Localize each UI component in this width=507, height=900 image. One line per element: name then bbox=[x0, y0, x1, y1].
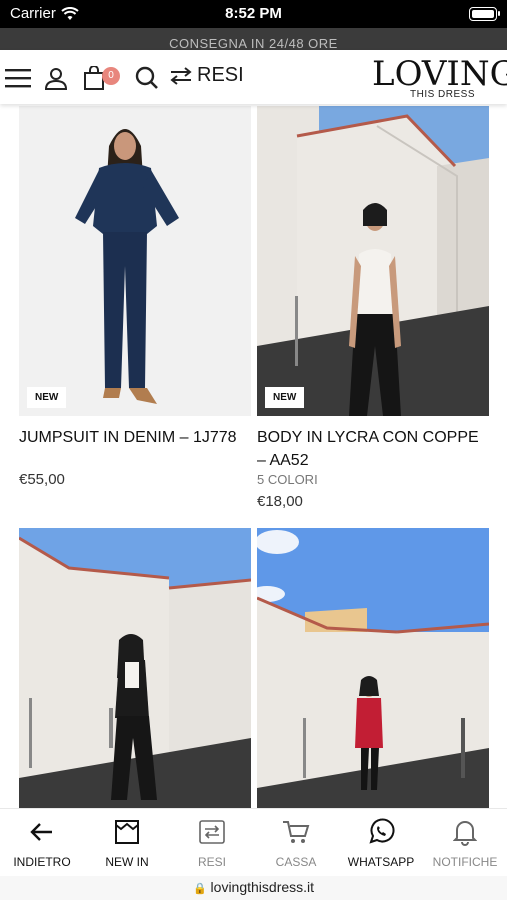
url-bar[interactable]: 🔒 lovingthisdress.it bbox=[0, 876, 507, 900]
promo-text: CONSEGNA IN 24/48 ORE bbox=[169, 36, 338, 50]
tab-label: NEW IN bbox=[105, 855, 149, 869]
tab-notifiche[interactable]: NOTIFICHE bbox=[423, 817, 507, 869]
product-title[interactable]: JUMPSUIT IN DENIM – 1J778 bbox=[19, 426, 251, 449]
product-card[interactable]: NEW BODY IN LYCRA CON COPPE – AA52 5 COL… bbox=[257, 106, 489, 510]
site-header: 0 RESI LOVING THIS DRESS bbox=[0, 50, 507, 104]
product-colors: 5 COLORI bbox=[257, 472, 318, 487]
url-domain: lovingthisdress.it bbox=[210, 879, 315, 895]
tab-label: CASSA bbox=[275, 855, 317, 869]
image-frame-icon bbox=[85, 817, 169, 847]
tab-label: INDIETRO bbox=[13, 855, 71, 869]
exchange-icon bbox=[170, 66, 192, 85]
bell-icon bbox=[423, 817, 507, 847]
product-image[interactable]: NEW bbox=[19, 106, 251, 416]
cart-count-badge: 0 bbox=[102, 67, 120, 85]
user-icon[interactable] bbox=[42, 64, 70, 92]
search-icon[interactable] bbox=[133, 64, 161, 92]
battery-icon bbox=[469, 7, 500, 21]
status-bar: Carrier 8:52 PM bbox=[0, 0, 507, 28]
product-title[interactable]: BODY IN LYCRA CON COPPE – AA52 bbox=[257, 426, 489, 472]
tab-label: WHATSAPP bbox=[347, 855, 415, 869]
tab-new-in[interactable]: NEW IN bbox=[85, 817, 169, 869]
product-price: €55,00 bbox=[19, 471, 65, 488]
product-card[interactable] bbox=[257, 528, 489, 808]
product-image[interactable]: NEW bbox=[257, 106, 489, 416]
tab-whatsapp[interactable]: WHATSAPP bbox=[339, 817, 423, 869]
exchange-icon bbox=[170, 817, 254, 847]
new-badge: NEW bbox=[27, 387, 67, 408]
bottom-tab-bar: INDIETRO NEW IN RESI CASSA WHATSAPP NOTI… bbox=[0, 808, 507, 876]
hamburger-icon[interactable] bbox=[4, 64, 32, 92]
tab-back[interactable]: INDIETRO bbox=[0, 817, 84, 869]
whatsapp-icon bbox=[339, 817, 423, 847]
resi-label: RESI bbox=[197, 64, 244, 86]
product-price: €18,00 bbox=[257, 493, 303, 510]
promo-banner: CONSEGNA IN 24/48 ORE bbox=[0, 28, 507, 50]
tab-label: NOTIFICHE bbox=[432, 855, 498, 869]
tab-resi[interactable]: RESI bbox=[170, 817, 254, 869]
resi-link[interactable]: RESI bbox=[170, 64, 244, 87]
new-badge: NEW bbox=[265, 387, 305, 408]
product-card[interactable]: NEW JUMPSUIT IN DENIM – 1J778 €55,00 bbox=[19, 106, 251, 488]
clock: 8:52 PM bbox=[225, 5, 282, 22]
brand-logo[interactable]: LOVING THIS DRESS bbox=[370, 54, 507, 102]
arrow-left-icon bbox=[0, 817, 84, 847]
logo-sub-text: THIS DRESS bbox=[410, 89, 476, 100]
product-card[interactable] bbox=[19, 528, 251, 808]
product-image[interactable] bbox=[19, 528, 251, 808]
lock-icon: 🔒 bbox=[192, 883, 207, 895]
cart-icon bbox=[254, 817, 338, 847]
logo-main-text: LOVING bbox=[372, 54, 507, 94]
product-image[interactable] bbox=[257, 528, 489, 808]
tab-label: RESI bbox=[197, 855, 226, 869]
tab-cassa[interactable]: CASSA bbox=[254, 817, 338, 869]
